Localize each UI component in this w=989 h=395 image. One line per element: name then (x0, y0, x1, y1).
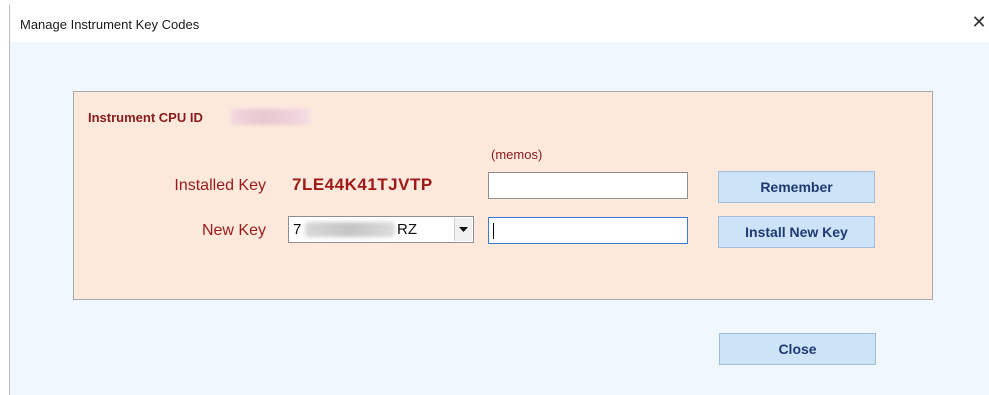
close-icon[interactable]: ✕ (968, 11, 989, 33)
new-key-redacted (305, 222, 395, 237)
key-panel: Instrument CPU ID (memos) Installed Key … (73, 91, 933, 300)
new-key-label: New Key (201, 222, 266, 239)
new-key-select[interactable]: 7 RZ (288, 216, 474, 243)
new-key-prefix: 7 (293, 221, 302, 238)
new-key-suffix: RZ (397, 221, 417, 238)
chevron-down-icon[interactable] (454, 218, 472, 241)
installed-key-memo-input[interactable] (488, 172, 688, 199)
new-key-memo-input[interactable] (488, 217, 688, 244)
memos-label: (memos) (491, 147, 543, 162)
installed-key-value: 7LE44K41TJVTP (292, 175, 433, 194)
title-bar: Manage Instrument Key Codes (10, 5, 989, 42)
install-new-key-button[interactable]: Install New Key (718, 216, 875, 248)
cpu-id-value-redacted (231, 109, 311, 125)
remember-button[interactable]: Remember (718, 171, 875, 203)
cpu-id-label: Instrument CPU ID (88, 110, 203, 125)
text-caret (493, 223, 494, 239)
window-title: Manage Instrument Key Codes (20, 17, 200, 32)
dialog-window: Manage Instrument Key Codes ✕ Instrument… (9, 5, 989, 395)
close-button[interactable]: Close (719, 333, 876, 365)
installed-key-label: Installed Key (174, 177, 266, 194)
